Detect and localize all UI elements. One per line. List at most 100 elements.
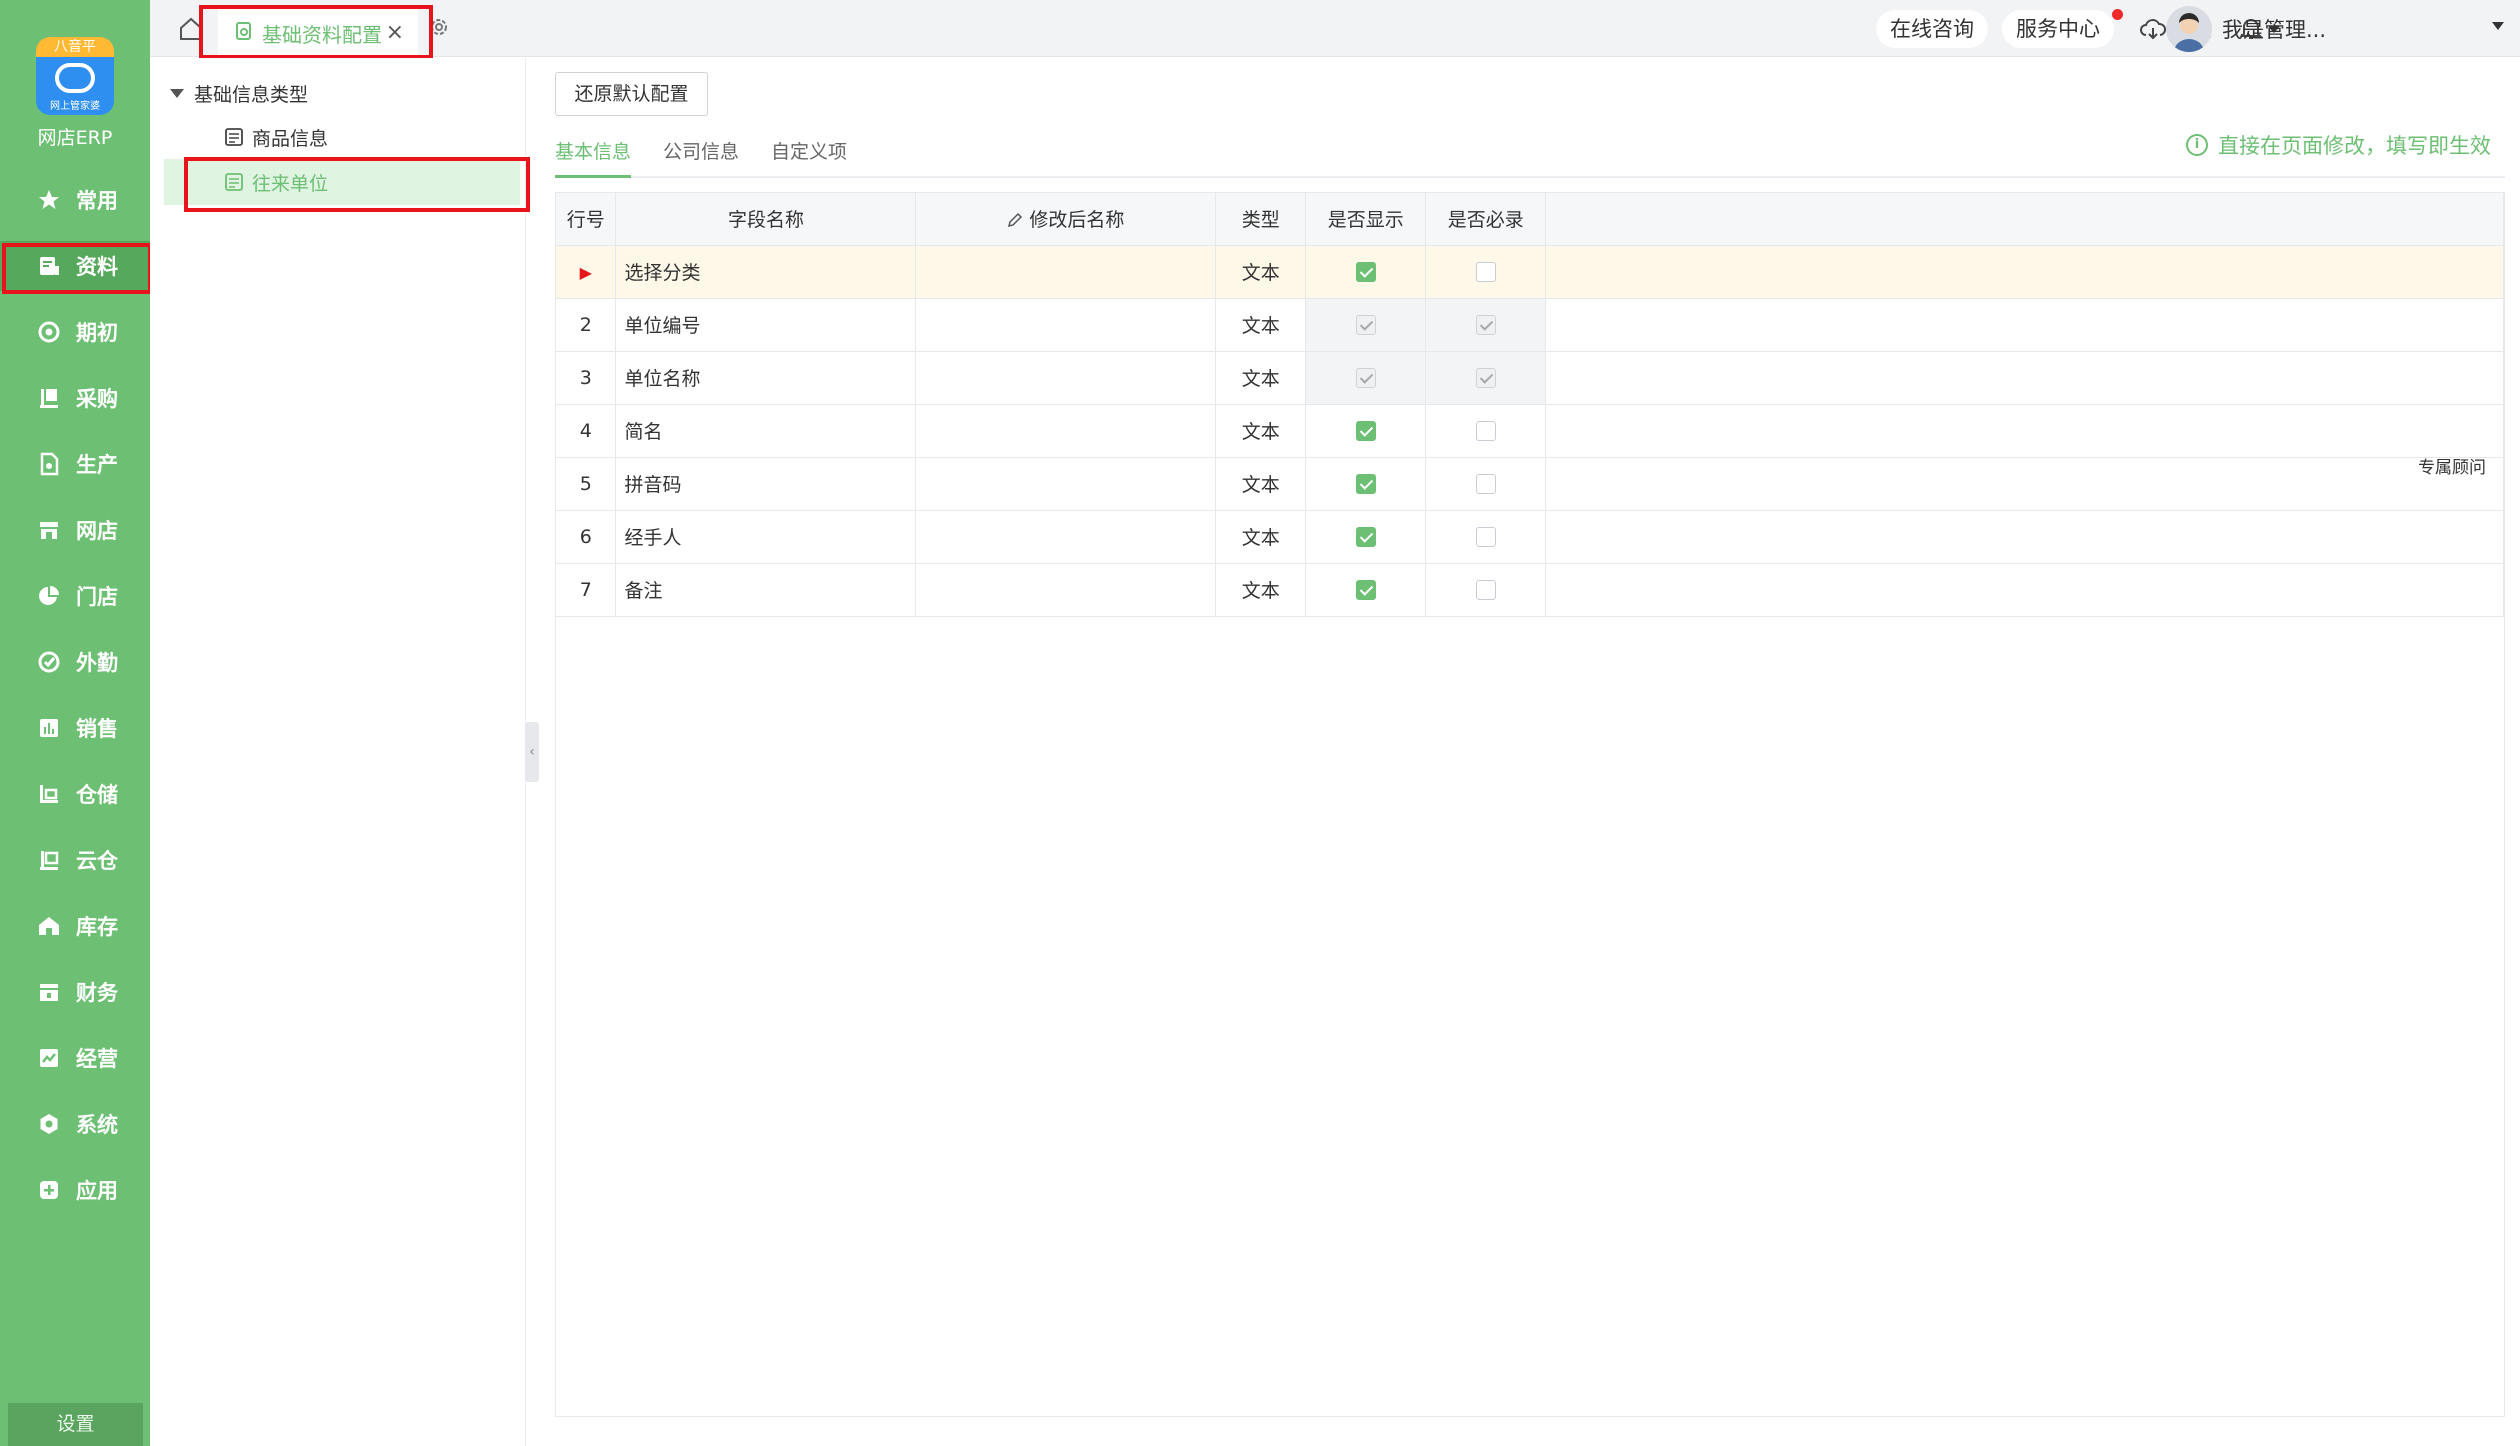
required-checkbox[interactable]	[1475, 527, 1496, 547]
sidebar-item-data[interactable]: 资料	[0, 241, 150, 291]
required-checkbox[interactable]	[1475, 580, 1496, 600]
pencil-icon	[1007, 209, 1029, 231]
table-row[interactable]: 5 拼音码 文本	[556, 457, 2504, 511]
type-cell: 文本	[1215, 510, 1307, 564]
renamed-cell[interactable]	[915, 510, 1217, 564]
renamed-cell[interactable]	[915, 563, 1217, 617]
renamed-cell[interactable]	[915, 245, 1217, 299]
tab-custom-items[interactable]: 自定义项	[771, 138, 847, 178]
inline-edit-hint: i 直接在页面修改，填写即生效	[2186, 130, 2491, 160]
collapse-panel-handle[interactable]: ‹	[525, 722, 539, 782]
required-checkbox	[1475, 368, 1496, 388]
visible-cell	[1305, 245, 1427, 299]
visible-checkbox[interactable]	[1355, 262, 1376, 282]
visible-checkbox[interactable]	[1355, 421, 1376, 441]
sidebar-item-operation[interactable]: 经营	[0, 1033, 150, 1083]
row-no-cell: 4	[556, 404, 617, 458]
col-header-type[interactable]: 类型	[1215, 193, 1307, 246]
app-name: 网店ERP	[37, 127, 113, 149]
online-consult-button[interactable]: 在线咨询	[1876, 10, 1988, 48]
field-name-cell: 经手人	[615, 510, 917, 564]
form-icon	[224, 172, 244, 192]
user-menu-chevron-icon[interactable]	[2492, 22, 2504, 30]
tree-root-basic-info-types[interactable]: 基础信息类型	[170, 80, 308, 107]
renamed-cell[interactable]	[915, 404, 1217, 458]
sidebar-item-finance[interactable]: 财务	[0, 967, 150, 1017]
table-row[interactable]: 4 简名 文本	[556, 404, 2504, 458]
sidebar-item-apps[interactable]: 应用	[0, 1165, 150, 1215]
field-name-cell: 备注	[615, 563, 917, 617]
gear-icon[interactable]	[428, 16, 452, 40]
filler-cell	[1545, 245, 2504, 299]
required-checkbox[interactable]	[1475, 474, 1496, 494]
visible-checkbox[interactable]	[1355, 527, 1376, 547]
user-name[interactable]: 我是管理...	[2222, 14, 2326, 44]
col-header-row-no[interactable]: 行号	[556, 193, 617, 246]
visible-checkbox	[1355, 368, 1376, 388]
table-row[interactable]: 7 备注 文本	[556, 563, 2504, 617]
sidebar-item-common[interactable]: 常用	[0, 175, 150, 225]
sidebar-item-warehouse[interactable]: 仓储	[0, 769, 150, 819]
service-center-button[interactable]: 服务中心	[2002, 10, 2114, 48]
close-icon[interactable]: ×	[386, 20, 404, 45]
sidebar-item-store[interactable]: 门店	[0, 571, 150, 621]
required-checkbox[interactable]	[1475, 262, 1496, 282]
type-cell: 文本	[1215, 245, 1307, 299]
sidebar-item-label: 外勤	[76, 651, 118, 675]
sidebar-item-label: 资料	[76, 255, 118, 279]
cloud-download-icon[interactable]	[2138, 14, 2168, 44]
renamed-cell[interactable]	[915, 457, 1217, 511]
tree-node-product-info[interactable]: 商品信息	[164, 114, 520, 160]
renamed-cell[interactable]	[915, 298, 1217, 352]
tree-node-contacts[interactable]: 往来单位	[164, 159, 520, 205]
caret-down-icon	[170, 89, 184, 98]
visible-checkbox[interactable]	[1355, 580, 1376, 600]
pie-chart-icon	[36, 583, 62, 609]
sidebar-item-field[interactable]: 外勤	[0, 637, 150, 687]
required-cell	[1425, 245, 1547, 299]
visible-cell	[1305, 457, 1427, 511]
col-header-renamed-label: 修改后名称	[1029, 209, 1125, 232]
col-header-visible[interactable]: 是否显示	[1305, 193, 1427, 246]
sidebar-item-label: 应用	[76, 1179, 118, 1203]
visible-cell	[1305, 351, 1427, 405]
sidebar-item-system[interactable]: 系统	[0, 1099, 150, 1149]
table-row[interactable]: 6 经手人 文本	[556, 510, 2504, 564]
app-logo: 八音平 网上管家婆	[36, 37, 114, 115]
sidebar-item-opening[interactable]: 期初	[0, 307, 150, 357]
tab-company-info[interactable]: 公司信息	[663, 138, 739, 178]
avatar[interactable]	[2166, 6, 2212, 52]
tab-basic-info[interactable]: 基本信息	[555, 138, 632, 178]
required-checkbox[interactable]	[1475, 421, 1496, 441]
renamed-cell[interactable]	[915, 351, 1217, 405]
sidebar-item-label: 期初	[76, 321, 118, 345]
sidebar-item-inventory[interactable]: 库存	[0, 901, 150, 951]
visible-checkbox[interactable]	[1355, 474, 1376, 494]
row-no-cell: ▶	[556, 245, 617, 299]
table-row[interactable]: ▶ 选择分类 文本	[556, 245, 2504, 299]
tab-label: 基础资料配置	[262, 22, 382, 47]
table-row[interactable]: 2 单位编号 文本	[556, 298, 2504, 352]
sidebar-item-production[interactable]: 生产	[0, 439, 150, 489]
tab-basic-data-config[interactable]: 基础资料配置 ×	[218, 8, 418, 58]
sidebar-item-label: 云仓	[76, 849, 118, 873]
sidebar-item-webstore[interactable]: 网店	[0, 505, 150, 555]
col-header-required[interactable]: 是否必录	[1425, 193, 1547, 246]
sidebar-item-sales[interactable]: 销售	[0, 703, 150, 753]
row-no-cell: 7	[556, 563, 617, 617]
col-header-field-name[interactable]: 字段名称	[615, 193, 917, 246]
restore-default-button[interactable]: 还原默认配置	[555, 72, 708, 116]
settings-button[interactable]: 设置	[8, 1403, 143, 1446]
sidebar-item-purchase[interactable]: 采购	[0, 373, 150, 423]
production-icon	[36, 451, 62, 477]
sidebar-item-label: 财务	[76, 981, 118, 1005]
col-header-renamed[interactable]: 修改后名称	[915, 193, 1217, 246]
warehouse-icon	[36, 781, 62, 807]
visible-cell	[1305, 563, 1427, 617]
home-icon[interactable]	[178, 16, 204, 42]
finance-icon	[36, 979, 62, 1005]
sidebar-item-cloud-warehouse[interactable]: 云仓	[0, 835, 150, 885]
dedicated-advisor-link[interactable]: 专属顾问	[2418, 453, 2486, 478]
table-row[interactable]: 3 单位名称 文本	[556, 351, 2504, 405]
field-name-cell: 单位编号	[615, 298, 917, 352]
